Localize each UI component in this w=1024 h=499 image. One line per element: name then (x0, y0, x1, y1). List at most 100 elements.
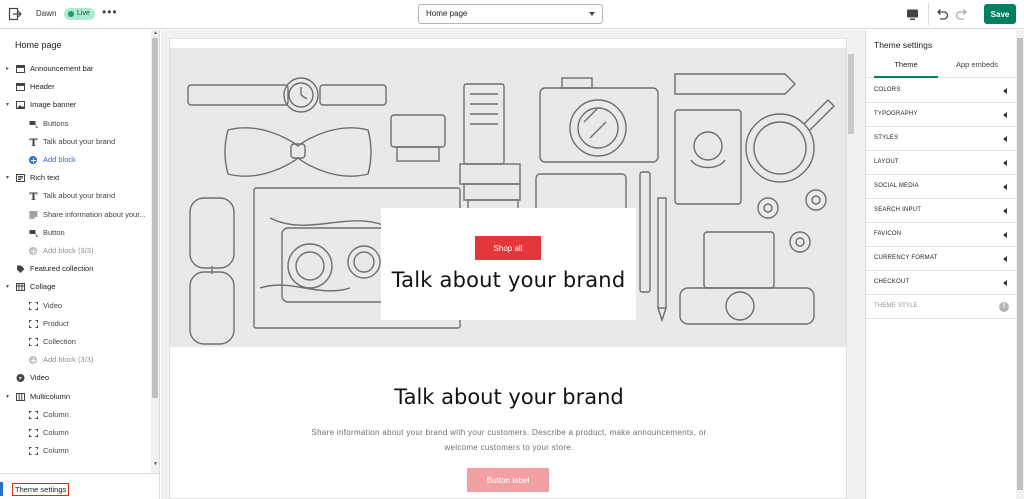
live-badge: Live (64, 8, 95, 20)
rich-text-heading: Talk about your brand (394, 385, 624, 409)
block-column[interactable]: Column (0, 424, 150, 442)
chevron-right-icon[interactable]: ▸ (6, 60, 9, 78)
section-featured-collection[interactable]: Featured collection (0, 260, 150, 278)
block-icon (29, 338, 38, 346)
chevron-left-icon (1003, 256, 1007, 262)
group-label: TYPOGRAPHY (874, 111, 918, 117)
section-video[interactable]: Video (0, 369, 150, 387)
row-label: Column (43, 446, 69, 456)
chevron-left-icon (1003, 88, 1007, 94)
row-label: Featured collection (30, 264, 94, 274)
settings-scroll-thumb[interactable] (1017, 38, 1023, 490)
banner-content-box: Shop all Talk about your brand (381, 208, 636, 320)
block-icon (29, 429, 38, 437)
row-label: Announcement bar (30, 64, 94, 73)
paragraph-icon (29, 211, 38, 219)
block-talk-about-your-brand[interactable]: Talk about your brand (0, 187, 150, 205)
add-block-button: Add block (3/3) (0, 351, 150, 369)
caret-down-icon (589, 12, 595, 16)
preview-scroll-thumb[interactable] (848, 54, 854, 134)
chevron-down-icon[interactable]: ▾ (6, 278, 9, 296)
redo-icon[interactable] (955, 7, 969, 21)
settings-group-colors[interactable]: COLORS (866, 79, 1016, 103)
row-label: Buttons (43, 118, 69, 128)
block-column[interactable]: Column (0, 442, 150, 460)
plus-circle-icon (29, 356, 37, 365)
chevron-down-icon[interactable]: ▾ (6, 388, 9, 406)
row-label: Header (30, 82, 55, 92)
settings-group-theme-style[interactable]: THEME STYLE! (866, 295, 1016, 319)
tab-app-embeds[interactable]: App embeds (946, 56, 1008, 78)
block-share-information-about-your[interactable]: Share information about your... (0, 206, 150, 224)
settings-group-typography[interactable]: TYPOGRAPHY (866, 103, 1016, 127)
settings-group-search-input[interactable]: SEARCH INPUT (866, 199, 1016, 223)
play-icon (16, 374, 25, 383)
more-actions-button[interactable]: ••• (102, 5, 118, 19)
section-icon (16, 65, 25, 73)
group-label: SEARCH INPUT (874, 207, 922, 213)
row-label: Video (30, 373, 50, 383)
block-button[interactable]: Button (0, 224, 150, 242)
chevron-down-icon[interactable]: ▾ (6, 96, 9, 114)
collage-icon (16, 283, 25, 292)
settings-group-currency-format[interactable]: CURRENCY FORMAT (866, 247, 1016, 271)
scroll-up-icon[interactable]: ▲ (153, 30, 158, 36)
page-selector[interactable]: Home page (418, 4, 603, 24)
chevron-left-icon (1003, 280, 1007, 286)
active-indicator (0, 482, 3, 496)
sidebar-scroll-thumb[interactable] (152, 38, 158, 398)
desktop-preview-icon[interactable] (906, 8, 919, 21)
group-label: COLORS (874, 87, 901, 93)
rich-text-button[interactable]: Button label (467, 468, 549, 492)
section-rich-text[interactable]: ▾ Rich text (0, 169, 150, 187)
block-talk-about-your-brand[interactable]: Talk about your brand (0, 133, 150, 151)
settings-group-styles[interactable]: STYLES (866, 127, 1016, 151)
row-label: Rich text (30, 173, 60, 183)
group-label: SOCIAL MEDIA (874, 183, 919, 189)
chevron-left-icon (1003, 184, 1007, 190)
undo-icon[interactable] (935, 7, 949, 21)
buttons-icon (29, 229, 38, 237)
settings-group-favicon[interactable]: FAVICON (866, 223, 1016, 247)
theme-name: Dawn (36, 9, 57, 18)
settings-group-layout[interactable]: LAYOUT (866, 151, 1016, 175)
sections-sidebar: Home page ▸ Announcement bar Header ▾ Image … (0, 30, 160, 499)
row-label: Collection (43, 337, 76, 346)
header-icon (16, 83, 25, 92)
chevron-left-icon (1003, 160, 1007, 166)
section-header[interactable]: Header (0, 78, 150, 96)
top-bar: Dawn Live ••• Home page Save (0, 0, 1024, 29)
settings-group-checkout[interactable]: CHECKOUT (866, 271, 1016, 295)
row-label: Multicolumn (30, 391, 71, 401)
section-announcement-bar[interactable]: ▸ Announcement bar (0, 60, 150, 78)
columns-icon (16, 392, 25, 401)
shop-all-button[interactable]: Shop all (475, 236, 541, 260)
chevron-left-icon (1003, 232, 1007, 238)
save-button[interactable]: Save (984, 4, 1016, 24)
info-icon[interactable]: ! (999, 302, 1009, 312)
block-buttons[interactable]: Buttons (0, 115, 150, 133)
settings-title: Theme settings (874, 40, 933, 50)
settings-group-social-media[interactable]: SOCIAL MEDIA (866, 175, 1016, 199)
sidebar-title: Home page (15, 40, 62, 50)
row-label: Talk about your brand (43, 191, 116, 201)
scroll-down-icon[interactable]: ▼ (153, 461, 158, 467)
block-video[interactable]: Video (0, 297, 150, 315)
image-banner[interactable]: Shop all Talk about your brand (170, 48, 846, 347)
section-collage[interactable]: ▾ Collage (0, 278, 150, 296)
chevron-down-icon[interactable]: ▾ (6, 169, 9, 187)
exit-icon[interactable] (8, 7, 22, 21)
rich-text-section[interactable]: Talk about your brand Share information … (170, 347, 846, 498)
group-label: FAVICON (874, 231, 902, 237)
section-image-banner[interactable]: ▾ Image banner (0, 96, 150, 114)
block-collection[interactable]: Collection (0, 333, 150, 351)
theme-settings-link[interactable]: Theme settings (12, 483, 70, 496)
row-label: Product (43, 318, 69, 328)
row-label: Column (43, 409, 69, 419)
tab-theme[interactable]: Theme (874, 56, 938, 78)
section-multicolumn[interactable]: ▾ Multicolumn (0, 388, 150, 406)
block-column[interactable]: Column (0, 406, 150, 424)
add-block-button: Add block (3/3) (0, 242, 150, 260)
block-product[interactable]: Product (0, 315, 150, 333)
add-block-button[interactable]: Add block (0, 151, 150, 169)
